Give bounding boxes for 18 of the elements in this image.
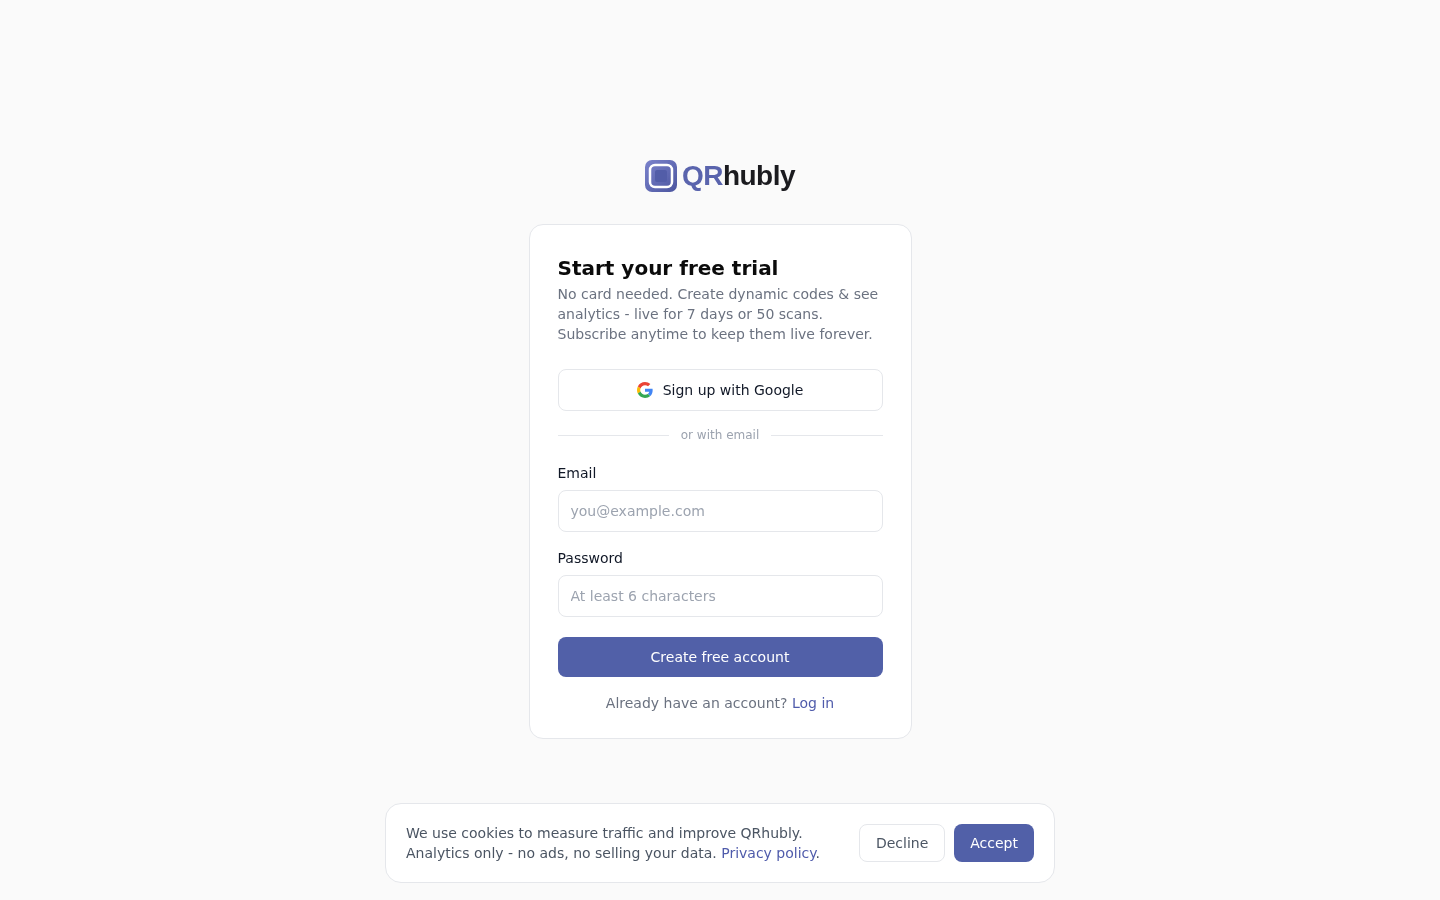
card-description: No card needed. Create dynamic codes & see analytics - live for 7 days or 50 scans. Subscribe anytime to keep them live forever.	[557, 285, 880, 344]
card-title: Start your free trial	[557, 255, 780, 282]
login-prompt: Already have an account?	[605, 695, 788, 711]
decline-button[interactable]: Decline	[858, 824, 946, 862]
cookie-notice: We use cookies to measure traffic and improve QRhubly. Analytics only - no ads, no selling your data. Privacy policy.	[406, 824, 820, 863]
google-signup-button[interactable]: Sign up with Google	[557, 369, 883, 411]
accept-button[interactable]: Accept	[954, 824, 1034, 862]
divider-label: or with email	[680, 427, 760, 444]
field-label: Password	[557, 549, 624, 568]
google-g-icon	[636, 382, 653, 398]
logo-wordmark: QRhubly	[681, 160, 796, 192]
input-field[interactable]: you@example.com	[557, 490, 883, 532]
field-label: Email	[557, 464, 598, 483]
privacy-policy-link[interactable]: Privacy policy	[721, 845, 816, 861]
logo-icon	[644, 160, 677, 192]
login-link[interactable]: Log in	[791, 695, 835, 711]
input-field[interactable]: At least 6 characters	[557, 575, 883, 617]
create-account-button[interactable]: Create free account	[557, 637, 883, 677]
